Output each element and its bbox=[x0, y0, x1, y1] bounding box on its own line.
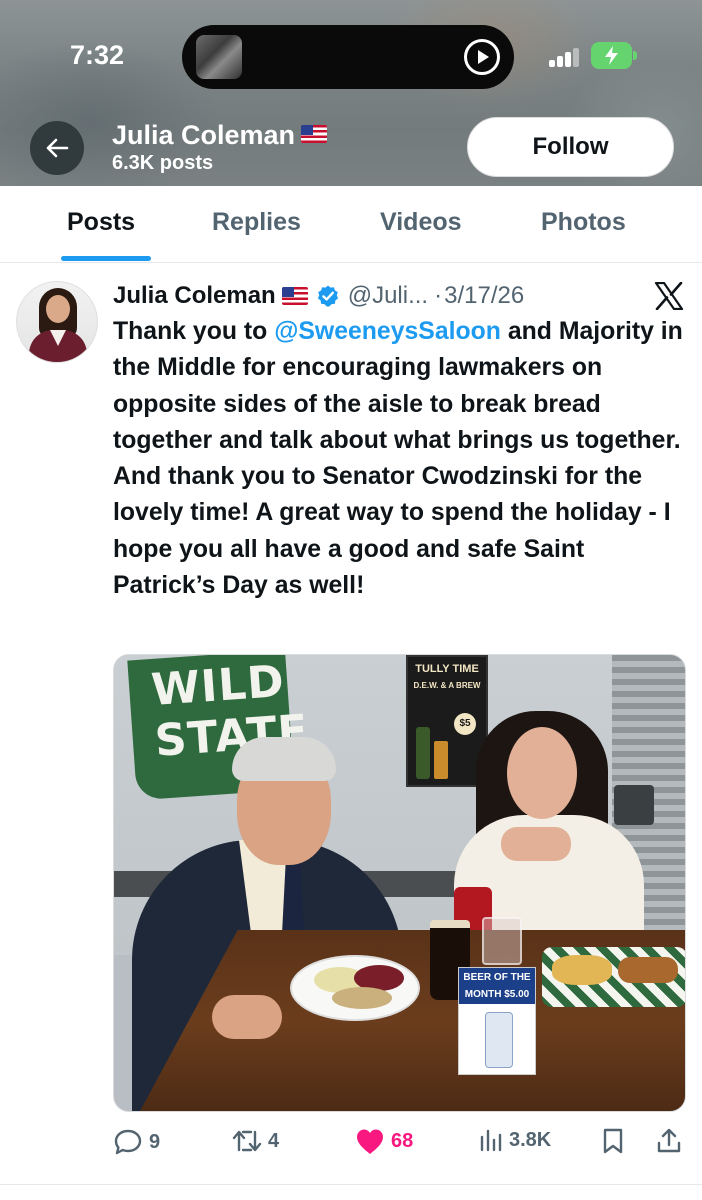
repost-icon bbox=[232, 1130, 262, 1152]
food-basket bbox=[542, 947, 685, 1007]
tweet-date[interactable]: 3/17/26 bbox=[444, 282, 524, 310]
us-flag-icon bbox=[281, 287, 308, 305]
tweet-mention-link[interactable]: @SweeneysSaloon bbox=[274, 318, 501, 345]
like-count: 68 bbox=[391, 1130, 414, 1152]
views-count: 3.8K bbox=[509, 1128, 552, 1151]
poster-subtitle: D.E.W. & A BREW bbox=[413, 681, 481, 690]
cellular-signal-icon bbox=[549, 47, 581, 67]
author-avatar[interactable] bbox=[16, 281, 98, 363]
status-bar-time: 7:32 bbox=[70, 40, 125, 70]
tweet-separator: · bbox=[434, 282, 443, 309]
dinner-plate bbox=[290, 955, 420, 1021]
views-chart-icon bbox=[480, 1129, 502, 1152]
active-tab-indicator bbox=[61, 256, 151, 261]
profile-header-banner: 7:32 Julia Coleman 6.3K posts Follow bbox=[0, 0, 702, 186]
man-figure-hair bbox=[232, 737, 336, 781]
poster-price: $5 bbox=[454, 713, 476, 735]
repost-count: 4 bbox=[268, 1129, 280, 1152]
share-icon bbox=[657, 1128, 681, 1153]
play-icon[interactable] bbox=[464, 39, 500, 75]
tab-videos[interactable]: Videos bbox=[380, 208, 462, 237]
beer-promo-card: BEER OF THE MONTH $5.00 PINTS bbox=[458, 967, 536, 1075]
tweet-text-body: and Majority in the Middle for encouragi… bbox=[113, 318, 683, 600]
man-figure-hand bbox=[212, 995, 282, 1039]
tweet-author-handle[interactable]: @Juli... bbox=[348, 282, 428, 310]
poster-title: TULLY TIME bbox=[415, 663, 479, 675]
profile-name: Julia Coleman bbox=[112, 120, 328, 151]
tab-replies[interactable]: Replies bbox=[212, 208, 301, 237]
back-button[interactable] bbox=[30, 121, 84, 175]
tweet-text-lead: Thank you to bbox=[113, 318, 275, 345]
tweet-text: Thank you to @SweeneysSaloon and Majorit… bbox=[113, 314, 693, 604]
tweet-header: Julia Coleman @Juli... · 3/17/26 bbox=[113, 280, 524, 312]
tweet-divider bbox=[0, 1184, 702, 1185]
tab-posts[interactable]: Posts bbox=[67, 208, 135, 237]
verified-badge-icon[interactable] bbox=[316, 284, 340, 308]
tweet-author-name[interactable]: Julia Coleman bbox=[113, 282, 276, 310]
arrow-left-icon bbox=[46, 138, 69, 158]
reply-count: 9 bbox=[149, 1130, 161, 1153]
dynamic-island[interactable] bbox=[182, 25, 514, 89]
profile-tabs: Posts Replies Videos Photos bbox=[0, 186, 702, 263]
share-button[interactable] bbox=[656, 1128, 682, 1154]
bookmark-button[interactable] bbox=[602, 1128, 624, 1154]
follow-button[interactable]: Follow bbox=[467, 117, 674, 177]
tweet-action-bar: 9 4 68 3.8K bbox=[0, 1120, 702, 1164]
now-playing-thumbnail bbox=[196, 35, 242, 79]
bookmark-icon bbox=[603, 1128, 623, 1154]
woman-figure-hands bbox=[501, 827, 571, 861]
tab-photos[interactable]: Photos bbox=[541, 208, 626, 237]
us-flag-icon bbox=[301, 125, 328, 143]
repost-button[interactable]: 4 bbox=[232, 1128, 279, 1154]
views-button[interactable]: 3.8K bbox=[479, 1128, 551, 1152]
empty-glass bbox=[482, 917, 522, 965]
profile-posts-count: 6.3K posts bbox=[112, 152, 214, 174]
tweet-photo[interactable]: WILD STATE TULLY TIME D.E.W. & A BREW $5… bbox=[113, 654, 686, 1112]
reply-button[interactable]: 9 bbox=[113, 1128, 160, 1156]
photo-wall-panel bbox=[614, 785, 654, 825]
profile-name-text: Julia Coleman bbox=[112, 120, 296, 150]
battery-charging-icon bbox=[591, 42, 637, 69]
reply-icon bbox=[114, 1129, 142, 1155]
heart-filled-icon bbox=[357, 1129, 383, 1154]
like-button[interactable]: 68 bbox=[355, 1128, 413, 1155]
promo-text: BEER OF THE MONTH $5.00 PINTS bbox=[459, 968, 535, 1017]
x-logo-icon bbox=[654, 282, 684, 310]
woman-figure-face bbox=[507, 727, 577, 819]
